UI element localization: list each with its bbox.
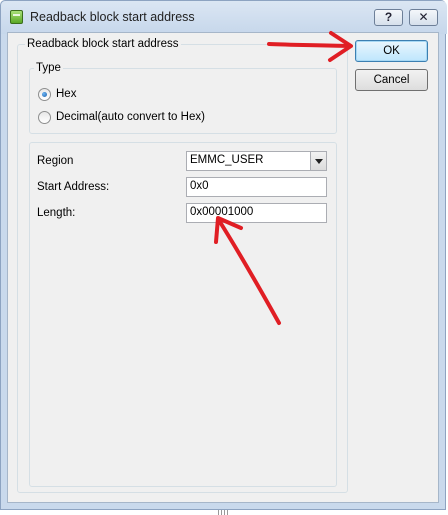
annotation-overlay <box>214 31 353 325</box>
annotation-arrow-to-ok <box>267 31 353 62</box>
annotation-arrow-to-length <box>214 216 281 325</box>
